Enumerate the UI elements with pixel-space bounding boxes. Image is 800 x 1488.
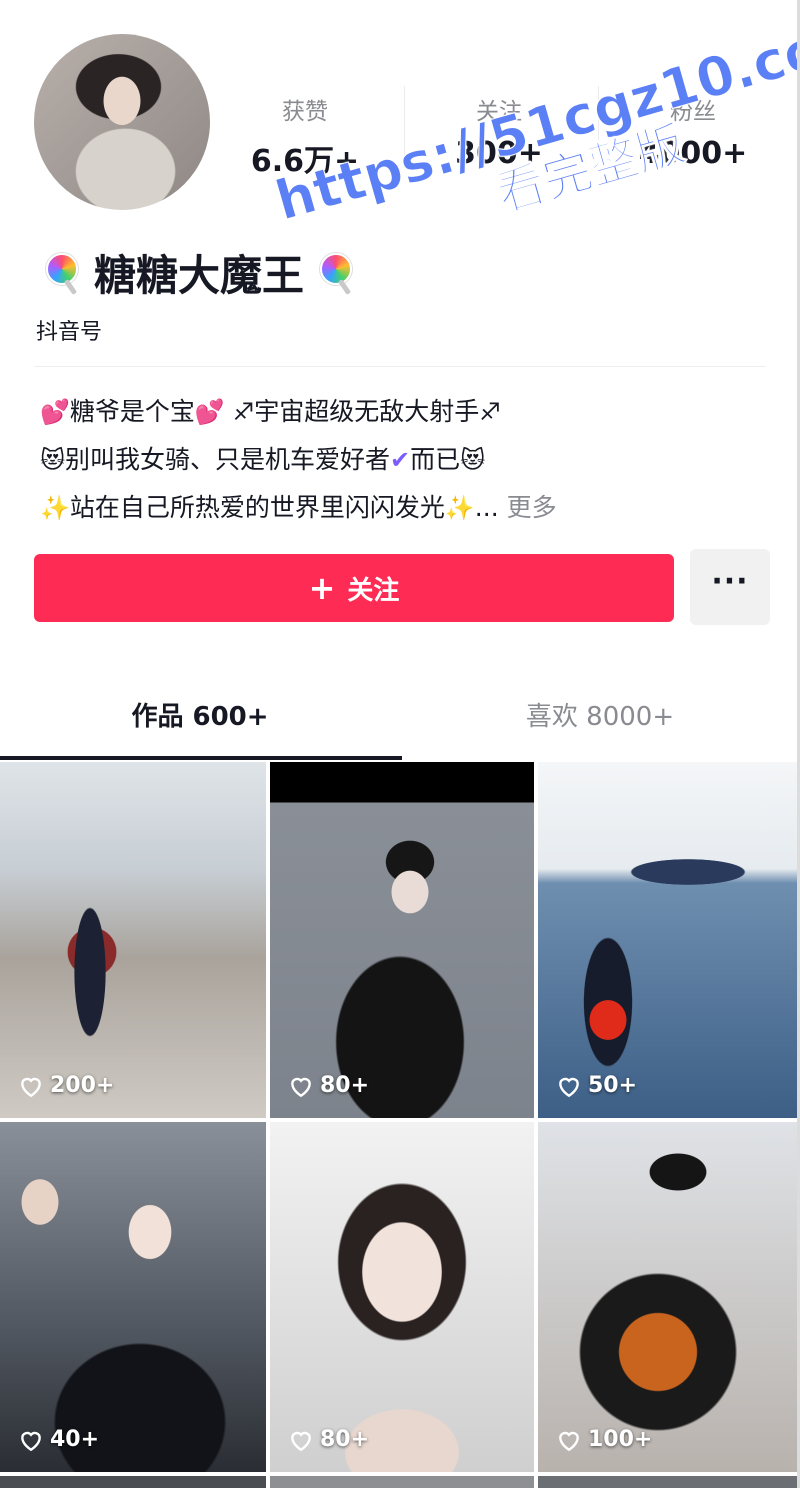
bio-text: 宇宙超级无敌大射手	[254, 397, 480, 426]
video-thumbnail[interactable]: 80+	[270, 762, 534, 1118]
like-count-value: 80+	[320, 1073, 370, 1098]
nickname-text: 糖糖大魔王	[94, 251, 305, 300]
bio-text: 别叫我女骑、只是机车爱好者	[65, 445, 391, 474]
like-count-value: 50+	[588, 1073, 638, 1098]
like-count-value: 100+	[588, 1427, 653, 1452]
sagittarius-icon: ♐	[232, 398, 255, 426]
like-count-value: 40+	[50, 1427, 100, 1452]
two-hearts-icon: 💕	[40, 398, 70, 426]
bio-line: 😻别叫我女骑、只是机车爱好者✔而已😻	[40, 436, 557, 484]
bio-line: 💕糖爷是个宝💕 ♐宇宙超级无敌大射手♐	[40, 388, 557, 436]
heart-icon	[559, 1077, 579, 1097]
video-thumbnail[interactable]: 200+	[0, 762, 266, 1118]
heart-icon	[291, 1431, 311, 1451]
like-count: 80+	[288, 1073, 369, 1098]
more-dots-icon: ···	[711, 564, 749, 599]
follow-label: 关注	[347, 575, 400, 606]
bio-text: 糖爷是个宝	[69, 397, 195, 426]
active-tab-indicator	[0, 756, 402, 760]
like-count-value: 200+	[50, 1073, 115, 1098]
like-count: 200+	[18, 1073, 114, 1098]
video-thumbnail[interactable]	[0, 1476, 266, 1488]
profile-bio: 💕糖爷是个宝💕 ♐宇宙超级无敌大射手♐ 😻别叫我女骑、只是机车爱好者✔而已😻 ✨…	[40, 388, 557, 532]
heart-icon	[559, 1431, 579, 1451]
more-options-button[interactable]: ···	[690, 549, 770, 625]
like-count-value: 80+	[320, 1427, 370, 1452]
bio-text: 而已	[410, 445, 461, 474]
video-thumbnail[interactable]: 40+	[0, 1122, 266, 1472]
heart-icon	[291, 1077, 311, 1097]
bio-text: 站在自己所热爱的世界里闪闪发光	[69, 493, 445, 522]
video-thumbnail[interactable]: 100+	[538, 1122, 800, 1472]
video-thumbnail[interactable]	[538, 1476, 800, 1488]
bio-ellipsis: ...	[474, 493, 507, 522]
like-count: 100+	[556, 1427, 652, 1452]
like-count: 50+	[556, 1073, 637, 1098]
two-hearts-icon: 💕	[194, 398, 225, 426]
video-thumbnail[interactable]: 50+	[538, 762, 800, 1118]
cat-heart-eyes-icon: 😻	[460, 446, 486, 474]
douyin-id: 抖音号	[36, 320, 103, 345]
stat-likes-label: 获赞	[282, 99, 328, 125]
sagittarius-icon: ♐	[479, 398, 501, 426]
lollipop-icon	[40, 251, 84, 295]
video-thumbnail[interactable]	[270, 1476, 534, 1488]
heart-icon	[21, 1077, 41, 1097]
tab-works[interactable]: 作品 600+	[0, 696, 400, 733]
sparkles-icon: ✨	[40, 494, 70, 522]
like-count: 80+	[288, 1427, 369, 1452]
bio-more-link[interactable]: 更多	[507, 493, 557, 522]
heart-icon	[21, 1431, 41, 1451]
cat-heart-eyes-icon: 😻	[40, 446, 66, 474]
video-thumbnail[interactable]: 80+	[270, 1122, 534, 1472]
check-icon: ✔	[390, 446, 411, 474]
sparkles-icon: ✨	[444, 494, 475, 522]
profile-avatar[interactable]	[34, 34, 210, 210]
plus-icon: +	[308, 569, 336, 607]
bio-line: ✨站在自己所热爱的世界里闪闪发光✨... 更多	[40, 484, 557, 532]
like-count: 40+	[18, 1427, 99, 1452]
tab-likes[interactable]: 喜欢 8000+	[400, 696, 800, 733]
follow-button[interactable]: + 关注	[34, 554, 674, 622]
divider	[34, 366, 766, 367]
